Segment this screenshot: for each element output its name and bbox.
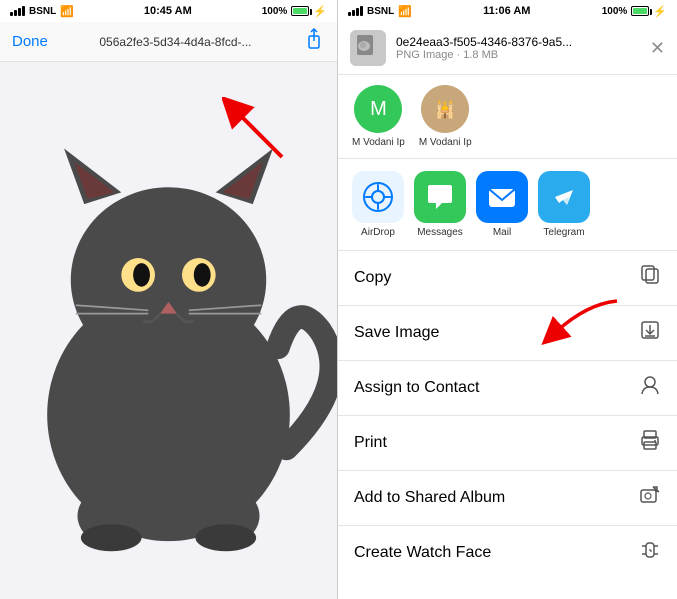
arrow-indicator xyxy=(222,97,302,177)
left-carrier-info: BSNL 📶 xyxy=(10,5,74,18)
right-time: 11:06 AM xyxy=(483,5,530,17)
apps-row: AirDrop Messages Mail xyxy=(338,159,677,251)
share-button[interactable] xyxy=(303,28,325,55)
app-item-telegram[interactable]: Telegram xyxy=(538,171,590,238)
right-wifi-icon: 📶 xyxy=(398,5,412,18)
contact-item-2[interactable]: 🕌 M Vodani Ip xyxy=(419,85,472,148)
left-panel: BSNL 📶 10:45 AM 100% ⚡ Done 056a2fe3-5d3… xyxy=(0,0,338,599)
mail-label: Mail xyxy=(493,227,511,238)
action-watch-face[interactable]: Create Watch Face xyxy=(338,526,677,580)
copy-icon xyxy=(639,264,661,292)
action-shared-album[interactable]: Add to Shared Album xyxy=(338,471,677,526)
left-nav-title: 056a2fe3-5d34-4d4a-8fcd-... xyxy=(48,35,303,49)
file-meta: PNG Image · 1.8 MB xyxy=(396,49,640,61)
right-carrier-info: BSNL 📶 xyxy=(348,5,412,18)
print-label: Print xyxy=(354,434,387,452)
right-signal-icon xyxy=(348,6,363,16)
messages-label: Messages xyxy=(417,227,463,238)
messages-icon xyxy=(414,171,466,223)
right-status-bar: BSNL 📶 11:06 AM 100% ⚡ xyxy=(338,0,677,22)
share-sheet-header: 0e24eaa3-f505-4346-8376-9a5... PNG Image… xyxy=(338,22,677,75)
shared-album-icon xyxy=(639,484,661,512)
airdrop-icon xyxy=(352,171,404,223)
shared-album-label: Add to Shared Album xyxy=(354,489,505,507)
assign-contact-label: Assign to Contact xyxy=(354,379,479,397)
contact-name-1: M Vodani Ip xyxy=(352,137,405,148)
right-battery-percent: 100% xyxy=(602,6,628,17)
left-time: 10:45 AM xyxy=(144,5,192,17)
watch-face-label: Create Watch Face xyxy=(354,544,491,562)
contact-item-1[interactable]: M M Vodani Ip xyxy=(352,85,405,148)
left-battery-area: 100% ⚡ xyxy=(262,5,327,18)
cat-image-area xyxy=(0,62,337,599)
assign-contact-icon xyxy=(639,374,661,402)
signal-icon xyxy=(10,6,25,16)
file-info: 0e24eaa3-f505-4346-8376-9a5... PNG Image… xyxy=(396,35,640,61)
copy-label: Copy xyxy=(354,269,391,287)
action-assign-contact[interactable]: Assign to Contact xyxy=(338,361,677,416)
right-panel: BSNL 📶 11:06 AM 100% ⚡ 0e24eaa3-f505-434… xyxy=(338,0,677,599)
telegram-icon xyxy=(538,171,590,223)
action-print[interactable]: Print xyxy=(338,416,677,471)
done-button[interactable]: Done xyxy=(12,33,48,50)
contacts-row: M M Vodani Ip 🕌 M Vodani Ip xyxy=(338,75,677,159)
battery-percent: 100% xyxy=(262,6,288,17)
watch-face-icon xyxy=(639,539,661,567)
save-image-icon xyxy=(639,319,661,347)
right-charging-icon: ⚡ xyxy=(653,5,667,18)
save-image-label: Save Image xyxy=(354,324,439,342)
app-item-messages[interactable]: Messages xyxy=(414,171,466,238)
battery-icon xyxy=(291,6,309,16)
mail-icon xyxy=(476,171,528,223)
right-carrier: BSNL xyxy=(367,6,394,17)
left-nav-bar: Done 056a2fe3-5d34-4d4a-8fcd-... xyxy=(0,22,337,62)
charging-icon: ⚡ xyxy=(313,5,327,18)
file-thumbnail xyxy=(350,30,386,66)
wifi-icon: 📶 xyxy=(60,5,74,18)
print-icon xyxy=(639,429,661,457)
right-battery-icon xyxy=(631,6,649,16)
close-button[interactable]: ✕ xyxy=(650,39,665,57)
left-status-bar: BSNL 📶 10:45 AM 100% ⚡ xyxy=(0,0,337,22)
app-item-mail[interactable]: Mail xyxy=(476,171,528,238)
app-item-airdrop[interactable]: AirDrop xyxy=(352,171,404,238)
contact-avatar-m: M xyxy=(354,85,402,133)
telegram-label: Telegram xyxy=(543,227,584,238)
right-battery-area: 100% ⚡ xyxy=(602,5,667,18)
action-list: Copy Save Image xyxy=(338,251,677,599)
contact-avatar-img: 🕌 xyxy=(421,85,469,133)
contact-name-2: M Vodani Ip xyxy=(419,137,472,148)
left-carrier: BSNL xyxy=(29,6,56,17)
file-name: 0e24eaa3-f505-4346-8376-9a5... xyxy=(396,35,640,49)
action-copy[interactable]: Copy xyxy=(338,251,677,306)
airdrop-label: AirDrop xyxy=(361,227,395,238)
action-save-image[interactable]: Save Image xyxy=(338,306,677,361)
svg-text:🕌: 🕌 xyxy=(435,100,455,119)
